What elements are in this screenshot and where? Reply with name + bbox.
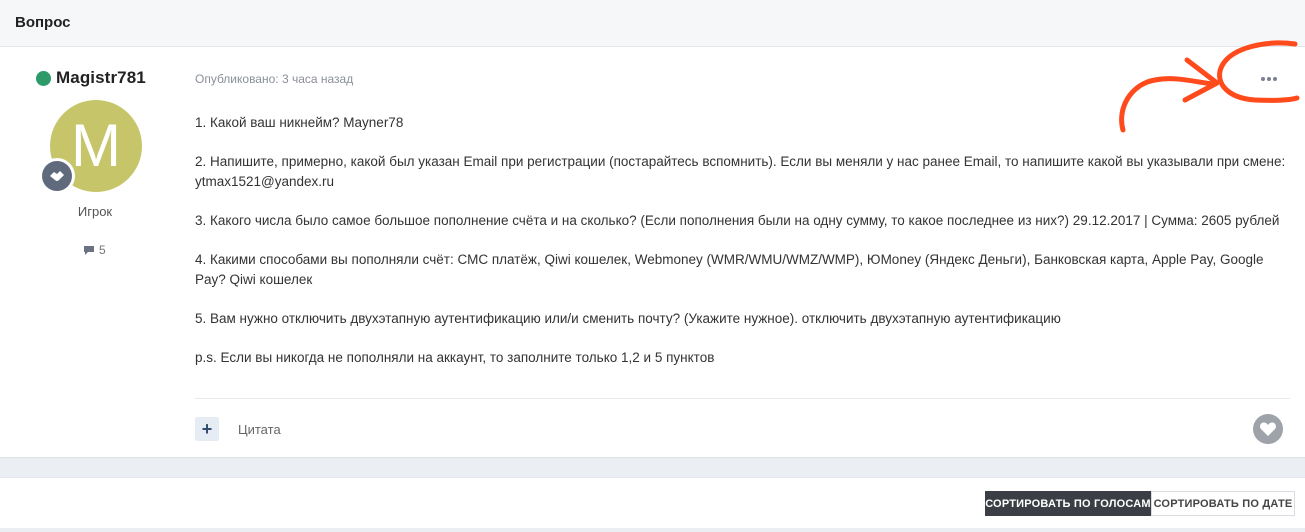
sort-by-date-button[interactable]: СОРТИРОВАТЬ ПО ДАТЕ [1151, 491, 1295, 516]
post: Magistr781 M Игрок 5 Опубликовано: 3 час… [0, 47, 1305, 458]
ellipsis-icon[interactable] [1259, 73, 1279, 85]
handshake-icon [42, 161, 72, 191]
author-panel: Magistr781 M Игрок 5 [0, 47, 190, 457]
heart-icon[interactable] [1253, 414, 1283, 444]
post-paragraph-6: p.s. Если вы никогда не пополняли на акк… [195, 350, 715, 365]
rank-badge [39, 158, 75, 194]
post-count-value: 5 [99, 243, 106, 257]
sort-by-votes-button[interactable]: СОРТИРОВАТЬ ПО ГОЛОСАМ [985, 491, 1151, 516]
post-divider [195, 398, 1290, 399]
post-paragraph-2: 2. Напишите, примерно, какой был указан … [195, 154, 1286, 189]
post-meta: Опубликовано: 3 часа назад [195, 72, 354, 86]
post-paragraph-3: 3. Какого числа было самое большое попол… [195, 213, 1280, 228]
speech-bubble-icon [84, 245, 94, 255]
page-title: Вопрос [15, 14, 71, 31]
online-status-icon [36, 70, 51, 86]
page-header: Вопрос [0, 0, 1305, 47]
post-content: 1. Какой ваш никнейм? Mayner78 2. Напиши… [195, 113, 1290, 387]
avatar-letter: M [71, 112, 121, 179]
rank-label: Игрок [77, 204, 113, 219]
post-paragraph-1: 1. Какой ваш никнейм? Mayner78 [195, 115, 404, 130]
author-name[interactable]: Magistr781 [56, 68, 146, 88]
post-paragraph-5: 5. Вам нужно отключить двухэтапную аутен… [195, 311, 1061, 326]
quote-plus-button[interactable]: + [195, 417, 219, 441]
sort-bar: СОРТИРОВАТЬ ПО ГОЛОСАМ СОРТИРОВАТЬ ПО ДА… [0, 477, 1305, 528]
post-paragraph-4: 4. Какими способами вы пополняли счёт: С… [195, 252, 1264, 287]
author-name-row: Magistr781 [36, 68, 146, 88]
quote-button[interactable]: Цитата [238, 422, 281, 437]
post-count: 5 [83, 243, 106, 257]
